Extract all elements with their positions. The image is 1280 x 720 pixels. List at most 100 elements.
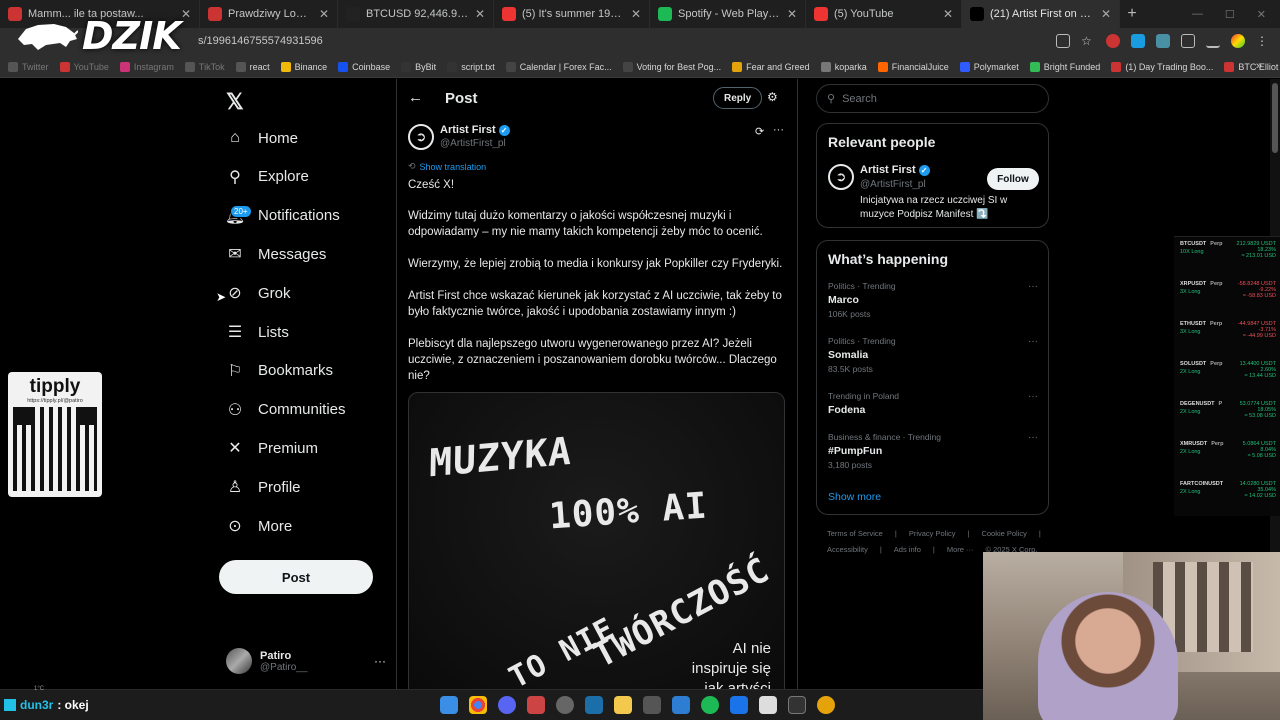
bookmark-item[interactable]: Fear and Greed bbox=[732, 61, 810, 72]
bookmark-item[interactable]: Coinbase bbox=[338, 61, 390, 72]
search-input[interactable]: ⚲ Search bbox=[816, 84, 1049, 113]
tab-close-icon[interactable]: ✕ bbox=[787, 7, 797, 21]
trend-item[interactable]: Trending in Poland Fodena ··· bbox=[828, 391, 1038, 416]
browser-tab[interactable]: Prawdziwy Lombard - Odcinek ✕ bbox=[200, 0, 338, 28]
nav-item-grok[interactable]: ⊘ Grok bbox=[218, 276, 290, 310]
bookmark-item[interactable]: YouTube bbox=[59, 61, 109, 72]
puzzle-icon[interactable] bbox=[1181, 34, 1195, 48]
tab-close-icon[interactable]: ✕ bbox=[943, 7, 953, 21]
terminal-icon[interactable] bbox=[788, 696, 806, 714]
obs-icon[interactable] bbox=[556, 696, 574, 714]
bookmark-item[interactable]: Twitter bbox=[8, 61, 49, 72]
extension-icon[interactable] bbox=[1156, 34, 1170, 48]
tab-close-icon[interactable]: ✕ bbox=[1101, 7, 1111, 21]
show-more-link[interactable]: Show more bbox=[828, 491, 881, 503]
bookmarks-overflow[interactable]: » bbox=[1256, 60, 1262, 72]
spotify-icon[interactable] bbox=[701, 696, 719, 714]
profile-avatar-icon[interactable] bbox=[1231, 34, 1245, 48]
bookmark-item[interactable]: FinancialJuice bbox=[877, 61, 949, 72]
tab-close-icon[interactable]: ✕ bbox=[631, 7, 641, 21]
trend-item[interactable]: Politics · Trending Somalia 83.5K posts ··· bbox=[828, 336, 1038, 374]
browser-tab[interactable]: (5) YouTube ✕ bbox=[806, 0, 962, 28]
nav-item-bookmarks[interactable]: ⚐ Bookmarks bbox=[218, 354, 333, 388]
trend-more-icon[interactable]: ··· bbox=[1028, 432, 1038, 443]
tab-close-icon[interactable]: ✕ bbox=[319, 7, 329, 21]
trend-more-icon[interactable]: ··· bbox=[1028, 391, 1038, 402]
tab-close-icon[interactable]: ✕ bbox=[475, 7, 485, 21]
back-arrow-icon[interactable]: ← bbox=[408, 89, 423, 106]
relevant-avatar[interactable]: ➲ bbox=[828, 164, 854, 190]
app-icon[interactable] bbox=[643, 696, 661, 714]
bookmark-item[interactable]: ByBit bbox=[401, 61, 436, 72]
app-icon[interactable] bbox=[672, 696, 690, 714]
bookmark-item[interactable]: (1) Day Trading Boo... bbox=[1111, 61, 1213, 72]
footer-link[interactable]: Ads info bbox=[894, 542, 921, 558]
relevant-handle[interactable]: @ArtistFirst_pl bbox=[860, 179, 926, 190]
browser-tab[interactable]: (21) Artist First on X: "Cześć X! ✕ bbox=[962, 0, 1120, 28]
trend-item[interactable]: Business & finance · Trending #PumpFun 3,1… bbox=[828, 432, 1038, 470]
trend-more-icon[interactable]: ··· bbox=[1028, 336, 1038, 347]
bookmark-item[interactable]: react bbox=[235, 61, 270, 72]
post-more-icon[interactable]: ··· bbox=[773, 124, 784, 136]
extension-icon[interactable] bbox=[1131, 34, 1145, 48]
discord-icon[interactable] bbox=[498, 696, 516, 714]
grok-explain-icon[interactable]: ⟳ bbox=[755, 125, 764, 138]
footer-link[interactable]: Terms of Service bbox=[827, 526, 883, 542]
cast-icon[interactable] bbox=[1056, 34, 1070, 48]
bookmark-item[interactable]: Instagram bbox=[119, 61, 174, 72]
chrome-icon[interactable] bbox=[469, 696, 487, 714]
folder-icon[interactable] bbox=[614, 696, 632, 714]
bookmark-item[interactable]: Calendar | Forex Fac... bbox=[505, 61, 612, 72]
browser-tab[interactable]: BTCUSD 92,446.99 ▲ +1.27% B ✕ bbox=[338, 0, 494, 28]
extension-icon[interactable] bbox=[1106, 34, 1120, 48]
browser-tab[interactable]: Spotify - Web Player: Music for ✕ bbox=[650, 0, 806, 28]
post-image[interactable]: MUZYKA 100% AI TWÓRCZOŚĆ TO NIE AI nie i… bbox=[408, 392, 785, 692]
nav-item-more[interactable]: ⊙ More bbox=[218, 509, 292, 543]
nav-item-profile[interactable]: ♙ Profile bbox=[218, 470, 301, 504]
maximize-icon[interactable]: ☐ bbox=[1225, 8, 1235, 21]
trend-more-icon[interactable]: ··· bbox=[1028, 281, 1038, 292]
author-name[interactable]: Artist First ✓ bbox=[440, 124, 510, 136]
nav-item-premium[interactable]: ✕ Premium bbox=[218, 431, 318, 465]
nav-item-lists[interactable]: ☰ Lists bbox=[218, 315, 289, 349]
sliders-icon[interactable]: ⚙ bbox=[767, 90, 778, 104]
bookmark-item[interactable]: script.txt bbox=[447, 61, 495, 72]
author-handle[interactable]: @ArtistFirst_pl bbox=[440, 138, 506, 149]
kebab-menu-icon[interactable]: ⋮ bbox=[1256, 34, 1270, 48]
footer-link[interactable]: Accessibility bbox=[827, 542, 868, 558]
star-icon[interactable]: ☆ bbox=[1081, 34, 1095, 48]
follow-button[interactable]: Follow bbox=[987, 168, 1039, 190]
close-window-icon[interactable]: ✕ bbox=[1257, 8, 1266, 21]
steam-icon[interactable] bbox=[585, 696, 603, 714]
footer-link[interactable]: Cookie Policy bbox=[981, 526, 1026, 542]
author-avatar[interactable]: ➲ bbox=[408, 124, 434, 150]
nav-item-home[interactable]: ⌂ Home bbox=[218, 121, 298, 155]
bookmark-item[interactable]: Bright Funded bbox=[1029, 61, 1100, 72]
bookmark-item[interactable]: Polymarket bbox=[959, 61, 1019, 72]
browser-tab[interactable]: (5) It's summer 1988, you're dr ✕ bbox=[494, 0, 650, 28]
footer-link[interactable]: More ··· bbox=[947, 542, 974, 558]
app-icon[interactable] bbox=[527, 696, 545, 714]
nav-item-notifications[interactable]: 🔔︎20+ Notifications bbox=[218, 199, 340, 233]
app-icon[interactable] bbox=[730, 696, 748, 714]
reading-list-icon[interactable] bbox=[1206, 34, 1220, 48]
bookmark-item[interactable]: BTC Elliot wave bbox=[1224, 61, 1280, 72]
account-more-icon[interactable]: ··· bbox=[374, 654, 386, 668]
account-switcher[interactable]: Patiro @Patiro__ ··· bbox=[226, 644, 386, 678]
trend-item[interactable]: Politics · Trending Marco 106K posts ··· bbox=[828, 281, 1038, 319]
notepad-icon[interactable] bbox=[759, 696, 777, 714]
url-field[interactable]: s/1996146755574931596 bbox=[198, 35, 323, 47]
scroll-thumb[interactable] bbox=[1272, 83, 1278, 153]
nav-item-communities[interactable]: ⚇ Communities bbox=[218, 393, 346, 427]
nav-item-explore[interactable]: ⚲ Explore bbox=[218, 160, 309, 194]
new-tab-button[interactable]: + bbox=[1120, 5, 1144, 23]
relevant-name[interactable]: Artist First ✓ bbox=[860, 164, 930, 176]
bookmark-item[interactable]: Voting for Best Pog... bbox=[622, 61, 721, 72]
tab-close-icon[interactable]: ✕ bbox=[181, 7, 191, 21]
footer-link[interactable]: Privacy Policy bbox=[909, 526, 956, 542]
app-icon[interactable] bbox=[817, 696, 835, 714]
minimize-icon[interactable]: — bbox=[1192, 8, 1203, 21]
x-logo-icon[interactable]: 𝕏 bbox=[226, 89, 244, 115]
show-translation-link[interactable]: ⟲ Show translation bbox=[408, 161, 486, 172]
windows-start-icon[interactable] bbox=[440, 696, 458, 714]
